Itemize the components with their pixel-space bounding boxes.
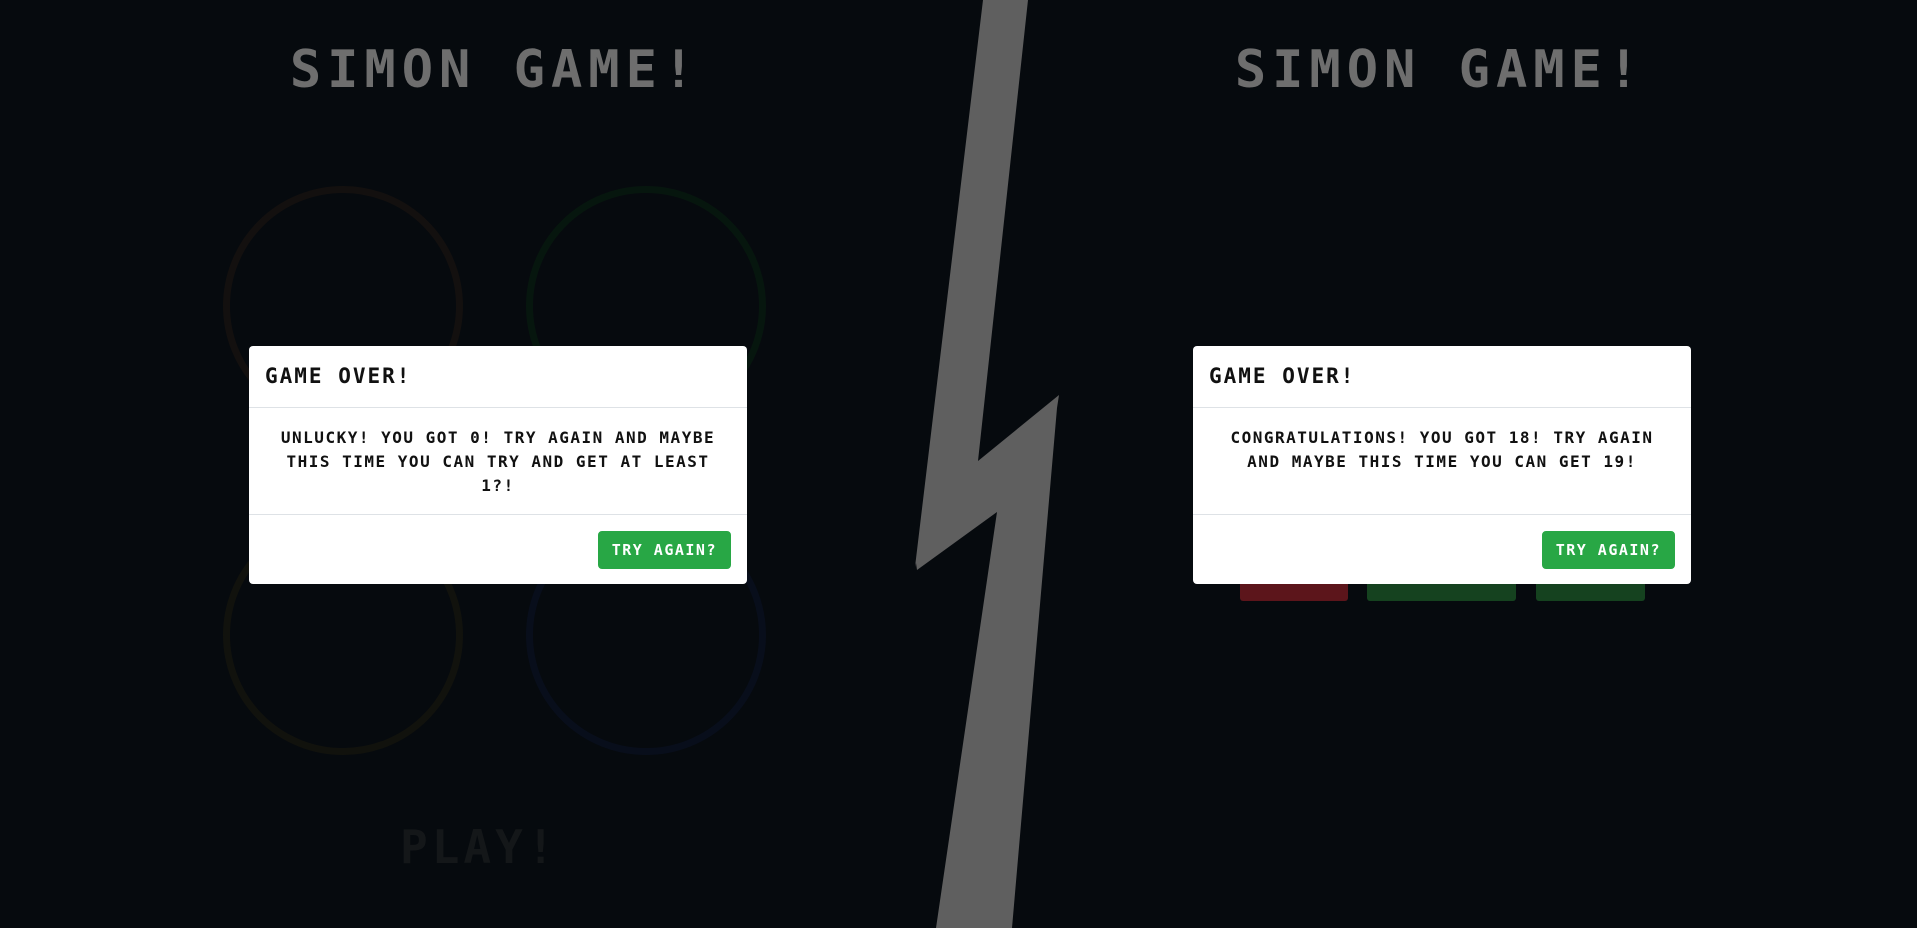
play-button[interactable]: PLAY! — [400, 820, 558, 874]
modal-footer: TRY AGAIN? — [1193, 515, 1691, 584]
comparison-stage: SIMON GAME! PLAY! GAME OVER! UNLUCKY! YO… — [0, 0, 1917, 928]
right-game-panel: SIMON GAME! GAME OVER! CONGRATULATIONS! … — [944, 0, 1917, 928]
game-over-modal: GAME OVER! CONGRATULATIONS! YOU GOT 18! … — [1193, 346, 1691, 584]
modal-message: CONGRATULATIONS! YOU GOT 18! TRY AGAIN A… — [1230, 428, 1654, 471]
try-again-button[interactable]: TRY AGAIN? — [1541, 531, 1675, 569]
modal-header: GAME OVER! — [1193, 346, 1691, 408]
game-title: SIMON GAME! — [1234, 40, 1646, 100]
modal-title: GAME OVER! — [1209, 364, 1356, 388]
modal-message: UNLUCKY! YOU GOT 0! TRY AGAIN AND MAYBE … — [280, 428, 716, 495]
game-title: SIMON GAME! — [289, 40, 701, 100]
modal-title: GAME OVER! — [265, 364, 412, 388]
game-over-modal: GAME OVER! UNLUCKY! YOU GOT 0! TRY AGAIN… — [249, 346, 747, 584]
modal-header: GAME OVER! — [249, 346, 747, 408]
left-game-panel: SIMON GAME! PLAY! GAME OVER! UNLUCKY! YO… — [0, 0, 944, 928]
modal-body: CONGRATULATIONS! YOU GOT 18! TRY AGAIN A… — [1193, 408, 1691, 515]
modal-body: UNLUCKY! YOU GOT 0! TRY AGAIN AND MAYBE … — [249, 408, 747, 515]
modal-footer: TRY AGAIN? — [249, 515, 747, 584]
try-again-button[interactable]: TRY AGAIN? — [597, 531, 731, 569]
